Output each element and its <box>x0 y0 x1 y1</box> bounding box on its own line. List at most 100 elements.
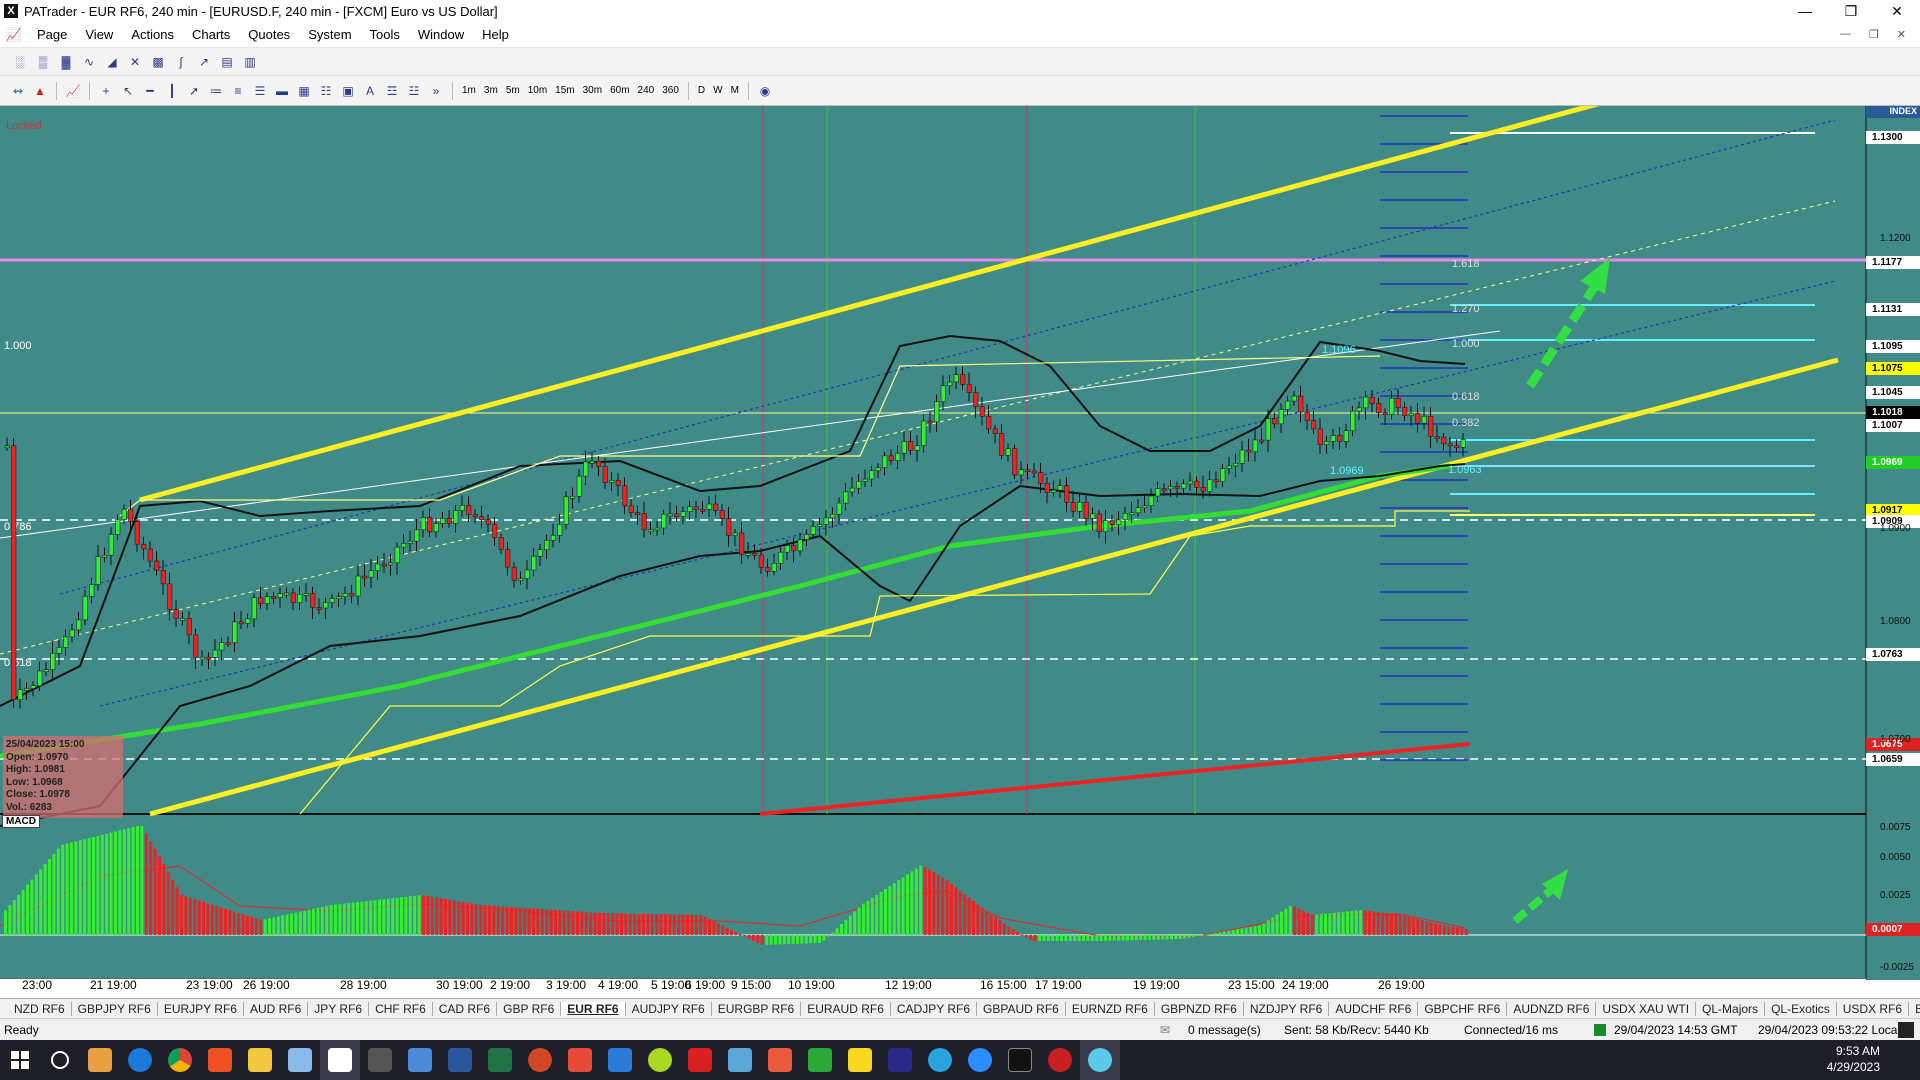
taskbar-app-n[interactable] <box>640 1040 680 1080</box>
pointer-icon[interactable]: ↖ <box>118 82 138 100</box>
line-chart-icon[interactable]: ∿ <box>79 53 99 71</box>
taskbar-explorer[interactable] <box>240 1040 280 1080</box>
symbol-tab-gbpaud-rf6[interactable]: GBPAUD RF6 <box>977 1001 1066 1016</box>
minimize-button[interactable]: — <box>1782 3 1828 20</box>
vline-icon[interactable]: ┃ <box>162 82 182 100</box>
menu-help[interactable]: Help <box>473 27 518 42</box>
timeframe-1m[interactable]: 1m <box>459 82 479 100</box>
taskbar-app-red[interactable] <box>1040 1040 1080 1080</box>
taskbar-app-notepad[interactable] <box>280 1040 320 1080</box>
taskbar-word[interactable] <box>440 1040 480 1080</box>
crosshair-icon[interactable]: + <box>96 82 116 100</box>
taskbar-app-c1[interactable] <box>760 1040 800 1080</box>
taskbar-patrader[interactable] <box>320 1040 360 1080</box>
symbol-tab-gbp-rf6[interactable]: GBP RF6 <box>497 1001 562 1016</box>
mail-icon[interactable]: ✉ <box>1160 1023 1170 1037</box>
taskbar-zoom[interactable] <box>960 1040 1000 1080</box>
text-icon[interactable]: A <box>360 82 380 100</box>
chart-area[interactable]: 1.1096 1.0969 1.0963 1.618 1.270 1.000 0.618 0.… <box>0 106 1920 980</box>
histogram-icon[interactable]: ▤ <box>217 53 237 71</box>
fib-time-icon[interactable]: ☲ <box>382 82 402 100</box>
taskbar-tradingview[interactable] <box>1000 1040 1040 1080</box>
symbol-tab-cad-rf6[interactable]: CAD RF6 <box>433 1001 498 1016</box>
symbol-tab-audnzd-rf6[interactable]: AUDNZD RF6 <box>1507 1001 1597 1016</box>
symbol-tab-euraud-rf6[interactable]: EURAUD RF6 <box>801 1001 891 1016</box>
trend-chart-icon[interactable]: ↗ <box>194 53 214 71</box>
channel-icon[interactable]: ≔ <box>206 82 226 100</box>
trendline-icon[interactable]: ➚ <box>184 82 204 100</box>
taskbar-edge[interactable] <box>120 1040 160 1080</box>
symbol-tab-eurjpy-rf6[interactable]: EURJPY RF6 <box>158 1001 244 1016</box>
taskbar-excel[interactable] <box>480 1040 520 1080</box>
taskbar-app-calc[interactable] <box>360 1040 400 1080</box>
timeframe-3m[interactable]: 3m <box>481 82 501 100</box>
symbol-tab-audjpy-rf6[interactable]: AUDJPY RF6 <box>626 1001 712 1016</box>
symbol-tab-gbpchf-rf6[interactable]: GBPCHF RF6 <box>1418 1001 1508 1016</box>
area-chart-icon[interactable]: ◢ <box>102 53 122 71</box>
taskbar-app-s1[interactable] <box>560 1040 600 1080</box>
taskbar-brave[interactable] <box>200 1040 240 1080</box>
symbol-tab-bitcoin[interactable]: Bitcoin <box>1909 1002 1920 1016</box>
ohlc-icon[interactable]: ▒ <box>33 53 53 71</box>
more-tools-icon[interactable]: » <box>426 82 446 100</box>
pitchfork-icon[interactable]: ☷ <box>316 82 336 100</box>
symbol-tab-ql-exotics[interactable]: QL-Exotics <box>1765 1001 1837 1016</box>
taskbar-powerpoint[interactable] <box>520 1040 560 1080</box>
menu-view[interactable]: View <box>76 27 122 42</box>
menu-window[interactable]: Window <box>409 27 473 42</box>
menu-actions[interactable]: Actions <box>122 27 183 42</box>
symbol-tab-chf-rf6[interactable]: CHF RF6 <box>369 1001 433 1016</box>
timeframe-240[interactable]: 240 <box>635 82 658 100</box>
volume-chart-icon[interactable]: ▥ <box>240 53 260 71</box>
taskbar-app-s2[interactable] <box>600 1040 640 1080</box>
timeframe-m[interactable]: M <box>728 82 742 100</box>
symbol-tab-usdx-rf6[interactable]: USDX RF6 <box>1837 1001 1910 1016</box>
mdi-minimize-button[interactable]: — <box>1840 28 1851 41</box>
mdi-restore-button[interactable]: ❐ <box>1869 28 1879 41</box>
taskbar-app-calc2[interactable] <box>400 1040 440 1080</box>
timeframe-10m[interactable]: 10m <box>525 82 550 100</box>
taskbar-telegram[interactable] <box>920 1040 960 1080</box>
indicator-icon[interactable]: 📈 <box>63 82 83 100</box>
rectangle-icon[interactable]: ▣ <box>338 82 358 100</box>
menu-charts[interactable]: Charts <box>183 27 239 42</box>
taskbar-sticky[interactable] <box>840 1040 880 1080</box>
mdi-close-button[interactable]: ✕ <box>1897 28 1906 41</box>
fib-ext-icon[interactable]: ☳ <box>404 82 424 100</box>
timeframe-d[interactable]: D <box>695 82 708 100</box>
fib-arc-icon[interactable]: ▬ <box>272 82 292 100</box>
timeframe-15m[interactable]: 15m <box>552 82 577 100</box>
symbol-tab-audchf-rf6[interactable]: AUDCHF RF6 <box>1329 1001 1419 1016</box>
menu-quotes[interactable]: Quotes <box>239 27 299 42</box>
menu-page[interactable]: Page <box>28 27 76 42</box>
timeframe-360[interactable]: 360 <box>659 82 682 100</box>
bar-chart-icon[interactable]: ░ <box>10 53 30 71</box>
symbol-tab-cadjpy-rf6[interactable]: CADJPY RF6 <box>891 1001 978 1016</box>
taskbar-app-quote[interactable] <box>880 1040 920 1080</box>
symbol-tab-gbpjpy-rf6[interactable]: GBPJPY RF6 <box>72 1001 158 1016</box>
taskbar-app-screen[interactable] <box>720 1040 760 1080</box>
symbol-tab-usdx-xau-wti[interactable]: USDX XAU WTI <box>1596 1001 1697 1016</box>
fib-fan-icon[interactable]: ☰ <box>250 82 270 100</box>
link-icon[interactable]: ↭ <box>8 82 28 100</box>
start-button[interactable] <box>0 1040 40 1080</box>
symbol-tab-aud-rf6[interactable]: AUD RF6 <box>244 1001 309 1016</box>
symbol-tab-nzdjpy-rf6[interactable]: NZDJPY RF6 <box>1244 1001 1330 1016</box>
fib-retracement-icon[interactable]: ≡ <box>228 82 248 100</box>
alert-icon[interactable]: ▲ <box>30 82 50 100</box>
timeframe-w[interactable]: W <box>710 82 725 100</box>
taskbar-chrome[interactable] <box>160 1040 200 1080</box>
close-button[interactable]: ✕ <box>1874 3 1920 20</box>
taskbar-app-1[interactable] <box>80 1040 120 1080</box>
timeframe-5m[interactable]: 5m <box>503 82 523 100</box>
symbol-tab-ql-majors[interactable]: QL-Majors <box>1696 1001 1766 1016</box>
search-button[interactable] <box>40 1040 80 1080</box>
point-figure-icon[interactable]: ✕ <box>125 53 145 71</box>
gann-icon[interactable]: ▦ <box>294 82 314 100</box>
symbol-tab-jpy-rf6[interactable]: JPY RF6 <box>308 1001 370 1016</box>
target-icon[interactable]: ◉ <box>755 82 775 100</box>
menu-tools[interactable]: Tools <box>361 27 409 42</box>
taskbar-app-c2[interactable] <box>800 1040 840 1080</box>
symbol-tab-eurgbp-rf6[interactable]: EURGBP RF6 <box>712 1001 802 1016</box>
system-clock[interactable]: 9:53 AM 4/29/2023 <box>1827 1043 1880 1075</box>
